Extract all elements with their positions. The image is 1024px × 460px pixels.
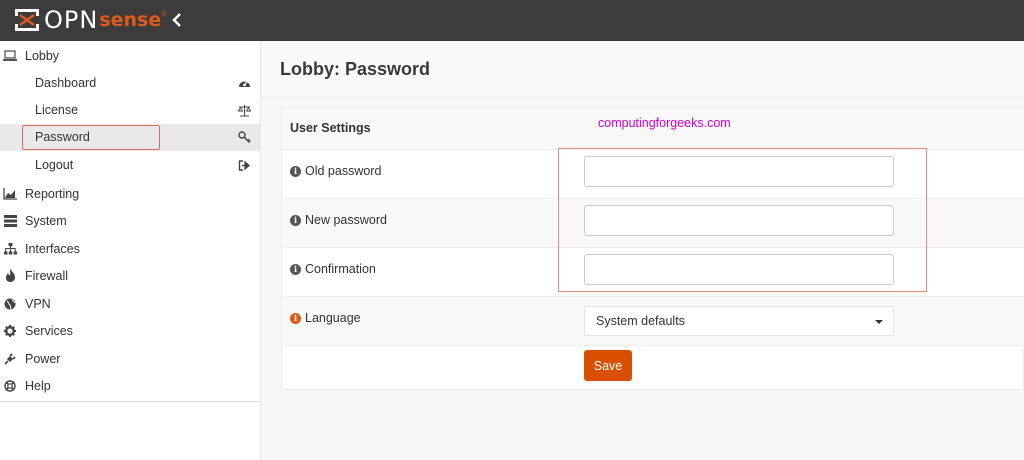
sidebar-item-label: Interfaces [25, 241, 80, 256]
fire-icon [3, 269, 17, 283]
sidebar-item-system[interactable]: System [0, 207, 261, 234]
server-icon [3, 214, 17, 228]
globe-icon [3, 297, 17, 311]
brand-name-accent: sense [99, 9, 162, 31]
sidebar-item-label: Services [25, 323, 73, 338]
sidebar-item-label: Dashboard [35, 76, 97, 90]
save-row [282, 345, 1023, 389]
top-navbar: OPN sense ® [0, 0, 1024, 41]
sidebar-item-label: Logout [35, 158, 74, 172]
language-row: i Language System defaults [282, 296, 1024, 345]
main-content: Lobby: Password User Settings computingf… [262, 41, 1024, 460]
save-button[interactable]: Save [584, 350, 632, 381]
sidebar-item-services[interactable]: Services [0, 317, 261, 344]
new-password-input[interactable] [584, 205, 894, 236]
watermark-text: computingforgeeks.com [598, 116, 731, 130]
old-password-input[interactable] [584, 156, 894, 187]
brand-name-main: OPN [44, 6, 99, 34]
opnsense-logo[interactable]: OPN sense ® [14, 7, 166, 33]
sidebar-item-label: Firewall [25, 268, 69, 283]
sidebar-item-firewall[interactable]: Firewall [0, 262, 261, 289]
sidebar-item-interfaces[interactable]: Interfaces [0, 235, 261, 262]
info-icon[interactable]: i [290, 312, 301, 324]
opnsense-logo-icon [14, 8, 40, 32]
sidebar-item-logout[interactable]: Logout [0, 152, 261, 179]
sidebar-item-label: VPN [25, 296, 51, 311]
caret-down-icon [875, 320, 883, 324]
language-select-value: System defaults [596, 314, 685, 328]
sidebar-item-label: System [25, 213, 67, 228]
balance-scale-icon [238, 105, 251, 117]
new-password-row: i New password [282, 198, 1024, 247]
settings-header-row: User Settings computingforgeeks.com [282, 108, 1024, 149]
sidebar-item-lobby[interactable]: Lobby [0, 42, 261, 69]
old-password-row: i Old password [282, 149, 1024, 198]
cog-icon [3, 324, 17, 338]
sidebar-item-label: Help [25, 378, 51, 393]
user-settings-panel: User Settings computingforgeeks.com i Ol… [281, 107, 1024, 390]
info-icon[interactable]: i [290, 165, 301, 177]
page-title: Lobby: Password [280, 59, 431, 79]
key-icon [238, 131, 251, 143]
old-password-label: i Old password [290, 164, 381, 178]
sidebar-item-label: License [35, 103, 79, 117]
sidebar: Lobby Dashboard License Password Logout … [0, 41, 261, 460]
sidebar-item-vpn[interactable]: VPN [0, 290, 261, 317]
brand-registered: ® [161, 11, 167, 18]
confirmation-input[interactable] [584, 254, 894, 285]
sign-out-icon [238, 160, 250, 171]
sidebar-collapse-button[interactable] [168, 9, 186, 31]
area-chart-icon [3, 187, 17, 201]
info-icon[interactable]: i [290, 263, 301, 275]
sidebar-item-power[interactable]: Power [0, 345, 261, 372]
section-title: User Settings [290, 121, 371, 135]
sidebar-item-help[interactable]: Help [0, 372, 261, 399]
laptop-icon [3, 49, 17, 63]
sidebar-divider [0, 401, 261, 402]
language-select[interactable]: System defaults [584, 306, 894, 336]
dashboard-icon [239, 80, 250, 87]
sidebar-item-label: Lobby [25, 48, 60, 63]
sidebar-item-license[interactable]: License [0, 97, 261, 124]
sidebar-item-label: Power [25, 351, 61, 366]
plug-icon [3, 352, 17, 366]
sidebar-item-label: Password [35, 130, 90, 144]
life-ring-icon [3, 379, 17, 393]
confirmation-label: i Confirmation [290, 262, 376, 276]
sitemap-icon [3, 242, 17, 256]
confirmation-row: i Confirmation [282, 247, 1024, 296]
language-label: i Language [290, 311, 361, 325]
sidebar-item-label: Reporting [25, 186, 80, 201]
page-header: Lobby: Password [262, 41, 1024, 98]
new-password-label: i New password [290, 213, 387, 227]
sidebar-item-reporting[interactable]: Reporting [0, 180, 261, 207]
chevron-left-icon [172, 13, 181, 27]
info-icon[interactable]: i [290, 214, 301, 226]
sidebar-item-password[interactable]: Password [0, 124, 261, 151]
sidebar-item-dashboard[interactable]: Dashboard [0, 70, 261, 97]
